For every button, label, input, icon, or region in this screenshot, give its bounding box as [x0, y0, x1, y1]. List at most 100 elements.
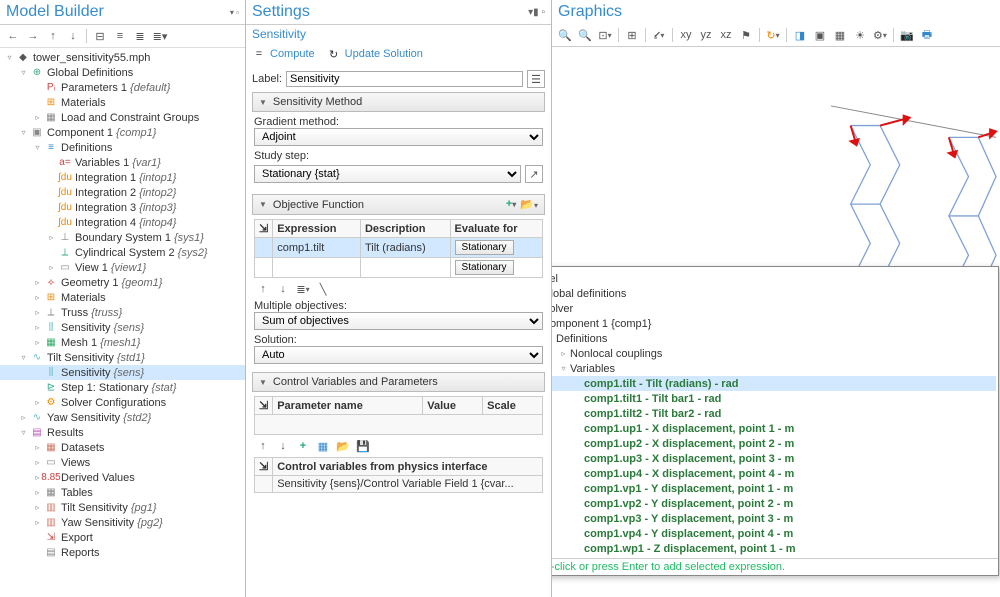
grid-icon[interactable]: ▦	[831, 26, 849, 44]
compute-icon[interactable]: =	[250, 45, 268, 63]
tree-node[interactable]: ▹ ▥ Yaw Sensitivity {pg2}	[0, 515, 245, 530]
expand-icon[interactable]	[46, 157, 57, 168]
expand-icon[interactable]	[46, 187, 57, 198]
cv-down-icon[interactable]: ↓	[274, 437, 292, 455]
expand-icon[interactable]: ▹	[18, 412, 29, 423]
expand-icon[interactable]: ▹	[32, 112, 43, 123]
expand-icon[interactable]: ▹	[32, 397, 43, 408]
study-step-goto-icon[interactable]: ↗	[525, 165, 543, 183]
tree-node[interactable]: ∫du Integration 1 {intop1}	[0, 170, 245, 185]
expand-icon[interactable]: ▿	[558, 363, 569, 374]
expand-icon[interactable]	[572, 498, 583, 509]
tree-node[interactable]: ∫du Integration 3 {intop3}	[0, 200, 245, 215]
zoom-out-icon[interactable]: 🔍	[576, 26, 594, 44]
nav-down-icon[interactable]: ↓	[64, 27, 82, 45]
obj-clear-icon[interactable]: ╲	[314, 280, 332, 298]
print-icon[interactable]: 🖶	[918, 26, 936, 44]
expand-icon[interactable]: ▿	[18, 127, 29, 138]
expr-node[interactable]: ▿ Definitions	[552, 331, 996, 346]
control-vars-physics-table[interactable]: ⇲Control variables from physics interfac…	[254, 457, 543, 493]
label-options-icon[interactable]: ☰	[527, 70, 545, 88]
solution-select[interactable]: Auto	[254, 346, 543, 364]
expr-node[interactable]: ▿ Model	[552, 271, 996, 286]
expand-icon[interactable]: ▿	[18, 427, 29, 438]
expand-icon[interactable]: ▿	[18, 67, 29, 78]
nav-up-icon[interactable]: ↑	[44, 27, 62, 45]
tree-node[interactable]: ⊞ Materials	[0, 95, 245, 110]
tree-node[interactable]: ▿ ▣ Component 1 {comp1}	[0, 125, 245, 140]
multi-obj-select[interactable]: Sum of objectives	[254, 312, 543, 330]
expr-node[interactable]: comp1.up4 - X displacement, point 4 - m	[552, 466, 996, 481]
tree-node[interactable]: ▿ ≡ Definitions	[0, 140, 245, 155]
cv-open-icon[interactable]: 📂	[334, 437, 352, 455]
expand-icon[interactable]	[572, 393, 583, 404]
expand-icon[interactable]	[572, 483, 583, 494]
refresh-icon[interactable]: ↻▾	[764, 26, 782, 44]
update-icon[interactable]: ↻	[325, 45, 343, 63]
cv-up-icon[interactable]: ↑	[254, 437, 272, 455]
nav-fwd-icon[interactable]: →	[24, 27, 42, 45]
expr-cell[interactable]: comp1.tilt	[273, 238, 361, 258]
expand-icon[interactable]	[46, 202, 57, 213]
expand-icon[interactable]: ▹	[32, 457, 43, 468]
expr-node[interactable]: comp1.vp2 - Y displacement, point 2 - m	[552, 496, 996, 511]
obj-add-icon[interactable]: +▾	[506, 198, 516, 211]
expr-node[interactable]: comp1.tilt - Tilt (radians) - rad	[552, 376, 996, 391]
xz-view-icon[interactable]: xz	[717, 26, 735, 44]
xy-view-icon[interactable]: xy	[677, 26, 695, 44]
zoom-extents-icon[interactable]: ⊡▾	[596, 26, 614, 44]
expand-icon[interactable]	[572, 378, 583, 389]
expr-node[interactable]: comp1.up2 - X displacement, point 2 - m	[552, 436, 996, 451]
show-icon[interactable]: ≣	[131, 27, 149, 45]
expand-icon[interactable]	[32, 382, 43, 393]
expand-icon[interactable]	[46, 217, 57, 228]
objective-table[interactable]: ⇲ Expression Description Evaluate for co…	[254, 219, 543, 278]
tree-node[interactable]: ▹ ▦ Mesh 1 {mesh1}	[0, 335, 245, 350]
expand-icon[interactable]	[32, 547, 43, 558]
expand-icon[interactable]	[32, 532, 43, 543]
flag-icon[interactable]: ⚑	[737, 26, 755, 44]
nav-back-icon[interactable]: ←	[4, 27, 22, 45]
tree-node[interactable]: ▹ ⟡ Geometry 1 {geom1}	[0, 275, 245, 290]
expr-node[interactable]: comp1.vp4 - Y displacement, point 4 - m	[552, 526, 996, 541]
tree-node[interactable]: ▿ ▤ Results	[0, 425, 245, 440]
desc-cell[interactable]: Tilt (radians)	[360, 238, 450, 258]
expand-icon[interactable]: ▿	[18, 352, 29, 363]
tree-node[interactable]: a= Variables 1 {var1}	[0, 155, 245, 170]
model-tree[interactable]: ▿ ◆ tower_sensitivity55.mph ▿ ⊕ Global D…	[0, 48, 245, 597]
expand-icon[interactable]: ▿	[4, 52, 15, 63]
tree-node[interactable]: ∫du Integration 4 {intop4}	[0, 215, 245, 230]
tree-node[interactable]: ⇲ Export	[0, 530, 245, 545]
tree-node[interactable]: ▹ 8.85 Derived Values	[0, 470, 245, 485]
tree-node[interactable]: ▹ ⟂ Truss {truss}	[0, 305, 245, 320]
section-sensitivity-method[interactable]: ▼Sensitivity Method	[252, 92, 545, 112]
expand-icon[interactable]: ▹	[32, 442, 43, 453]
tree-node[interactable]: ⫼ Sensitivity {sens}	[0, 365, 245, 380]
expand-icon[interactable]: ▹	[32, 337, 43, 348]
expand-icon[interactable]: ▹	[32, 502, 43, 513]
expand-icon[interactable]	[572, 513, 583, 524]
tree-node[interactable]: ⊵ Step 1: Stationary {stat}	[0, 380, 245, 395]
panel-dropdown-icon[interactable]: ▾ ▫	[230, 8, 239, 17]
tree-node[interactable]: ▹ ⫼ Sensitivity {sens}	[0, 320, 245, 335]
tree-node[interactable]: ▿ ⊕ Global Definitions	[0, 65, 245, 80]
expr-node[interactable]: comp1.tilt2 - Tilt bar2 - rad	[552, 406, 996, 421]
control-vars-table[interactable]: ⇲ Parameter name Value Scale	[254, 396, 543, 435]
expr-node[interactable]: comp1.up3 - X displacement, point 3 - m	[552, 451, 996, 466]
expand-icon[interactable]: ⊟	[91, 27, 109, 45]
expand-icon[interactable]	[572, 468, 583, 479]
expand-icon[interactable]	[572, 423, 583, 434]
expand-icon[interactable]	[32, 97, 43, 108]
tree-node[interactable]: ▹ ⚙ Solver Configurations	[0, 395, 245, 410]
eval-button[interactable]: Stationary	[455, 240, 514, 255]
tree-node[interactable]: ▹ ▦ Load and Constraint Groups	[0, 110, 245, 125]
panel-controls-icon[interactable]: ▾▮ ▫	[528, 7, 545, 18]
update-button[interactable]: Update Solution	[345, 48, 423, 60]
expand-icon[interactable]	[46, 172, 57, 183]
expand-icon[interactable]: ▹	[32, 307, 43, 318]
tree-node[interactable]: ⟂ Cylindrical System 2 {sys2}	[0, 245, 245, 260]
table-row[interactable]: Stationary	[255, 258, 543, 278]
tree-node[interactable]: ▹ ⊥ Boundary System 1 {sys1}	[0, 230, 245, 245]
obj-up-icon[interactable]: ↑	[254, 280, 272, 298]
gear-icon[interactable]: ⚙▾	[871, 26, 889, 44]
